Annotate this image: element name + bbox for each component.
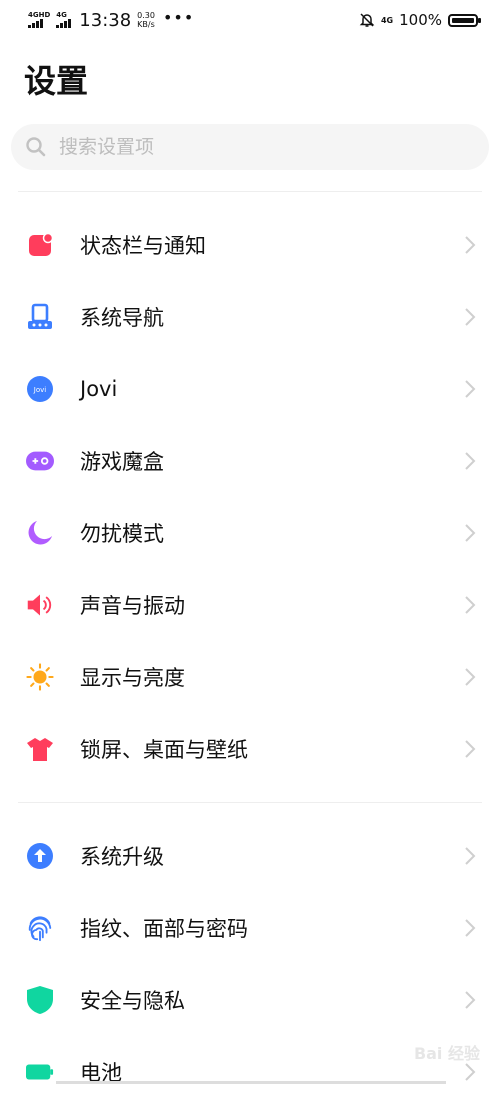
settings-item-system-navigation[interactable]: 系统导航: [0, 281, 500, 353]
divider: [18, 802, 482, 803]
chevron-right-icon: [465, 668, 476, 686]
settings-item-display[interactable]: 显示与亮度: [0, 641, 500, 713]
tshirt-icon: [26, 735, 54, 763]
sim1-signal: 4GHD: [28, 12, 50, 28]
more-notifications-icon: •••: [162, 7, 195, 27]
search-bar[interactable]: [11, 124, 489, 170]
settings-item-label: 勿扰模式: [80, 522, 164, 546]
settings-item-jovi[interactable]: Jovi Jovi: [0, 353, 500, 425]
settings-item-label: 安全与隐私: [80, 989, 185, 1013]
game-box-icon: [26, 447, 54, 475]
settings-item-label: 状态栏与通知: [80, 234, 206, 258]
sim2-label: 4G: [56, 11, 67, 19]
battery-icon: [26, 1058, 54, 1086]
chevron-right-icon: [465, 991, 476, 1009]
settings-group-2: 系统升级 指纹、面部与密码 安全与隐私 电池: [0, 820, 500, 1108]
system-navigation-icon: [26, 303, 54, 331]
settings-item-fingerprint[interactable]: 指纹、面部与密码: [0, 892, 500, 964]
battery-status-icon: [448, 13, 481, 27]
shield-icon: [26, 986, 54, 1014]
settings-item-game-box[interactable]: 游戏魔盒: [0, 425, 500, 497]
fingerprint-icon: [26, 914, 54, 942]
settings-item-label: Jovi: [80, 377, 118, 401]
chevron-right-icon: [465, 740, 476, 758]
chevron-right-icon: [465, 596, 476, 614]
moon-icon: [26, 519, 54, 547]
signal-bars-icon: [28, 19, 43, 28]
status-bar-left: 4GHD 4G 13:38 0.30 KB/s •••: [28, 8, 194, 32]
settings-item-label: 锁屏、桌面与壁纸: [80, 738, 248, 762]
upgrade-arrow-icon: [26, 842, 54, 870]
chevron-right-icon: [465, 919, 476, 937]
battery-percentage: 100%: [399, 11, 442, 29]
settings-item-sound[interactable]: 声音与振动: [0, 569, 500, 641]
clock: 13:38: [79, 9, 132, 31]
watermark: Bai 经验: [413, 1044, 480, 1063]
settings-item-label: 声音与振动: [80, 594, 185, 618]
settings-item-label: 显示与亮度: [80, 666, 185, 690]
settings-item-security[interactable]: 安全与隐私: [0, 964, 500, 1036]
chevron-right-icon: [465, 308, 476, 326]
chevron-right-icon: [465, 847, 476, 865]
search-icon: [26, 137, 46, 157]
settings-item-do-not-disturb[interactable]: 勿扰模式: [0, 497, 500, 569]
divider: [18, 191, 482, 192]
sun-icon: [26, 663, 54, 691]
bell-off-icon: [359, 13, 375, 27]
status-bar-notification-icon: [26, 231, 54, 259]
settings-item-label: 系统升级: [80, 845, 164, 869]
svg-text:Jovi: Jovi: [33, 386, 46, 394]
settings-item-label: 指纹、面部与密码: [80, 917, 248, 941]
page-title: 设置: [24, 62, 89, 100]
settings-item-status-bar[interactable]: 状态栏与通知: [0, 209, 500, 281]
settings-item-label: 系统导航: [80, 306, 164, 330]
signal-bars-icon: [56, 19, 72, 28]
settings-item-lock-screen[interactable]: 锁屏、桌面与壁纸: [0, 713, 500, 785]
speed-value: 0.30: [137, 11, 155, 20]
chevron-right-icon: [465, 236, 476, 254]
chevron-right-icon: [465, 452, 476, 470]
speed-unit: KB/s: [137, 20, 155, 29]
sim1-label: 4GHD: [28, 11, 51, 19]
search-input[interactable]: [57, 135, 461, 159]
settings-item-label: 游戏魔盒: [80, 450, 164, 474]
chevron-right-icon: [465, 524, 476, 542]
jovi-icon: Jovi: [26, 375, 54, 403]
settings-item-system-upgrade[interactable]: 系统升级: [0, 820, 500, 892]
sim2-signal: 4G: [56, 11, 72, 28]
chevron-right-icon: [465, 380, 476, 398]
status-bar-right: 4G 100%: [359, 8, 481, 32]
settings-group-1: 状态栏与通知 系统导航 Jovi Jovi 游戏魔盒 勿扰模式 声音与振动 显示…: [0, 209, 500, 785]
network-speed: 0.30 KB/s: [137, 11, 155, 29]
network-type: 4G: [380, 15, 394, 25]
status-bar: 4GHD 4G 13:38 0.30 KB/s ••• 4G 100%: [0, 0, 500, 40]
speaker-icon: [26, 591, 54, 619]
